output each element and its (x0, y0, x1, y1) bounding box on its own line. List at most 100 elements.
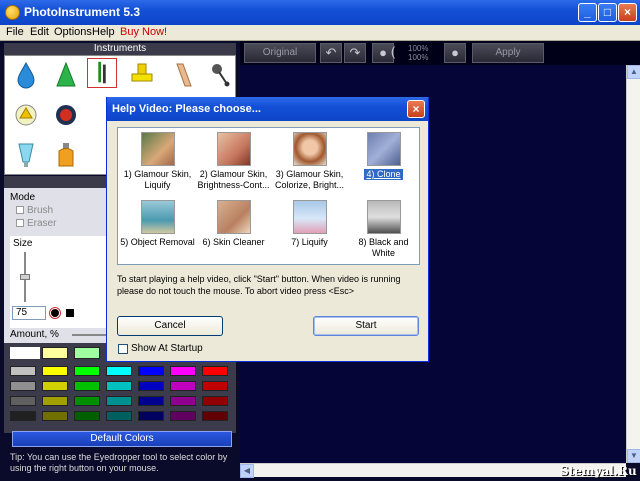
show-at-startup-checkbox[interactable] (118, 344, 128, 354)
undo-icon[interactable]: ↶ (320, 43, 342, 63)
menu-buy-now[interactable]: Buy Now! (120, 26, 167, 38)
video-thumbnail (366, 200, 401, 234)
size-label: Size (13, 238, 33, 249)
dialog-info-text: To start playing a help video, click "St… (117, 274, 401, 296)
menu-file[interactable]: File (6, 26, 24, 38)
zoom-in-icon[interactable]: ● (444, 43, 466, 63)
vertical-scrollbar[interactable]: ▲ ▼ (626, 65, 640, 463)
video-item-8[interactable]: 8) Black and White (346, 200, 421, 259)
video-thumbnail (292, 132, 327, 166)
color-swatch[interactable] (74, 396, 100, 406)
eraser-checkbox[interactable] (16, 219, 24, 227)
video-item-7[interactable]: 7) Liquify (272, 200, 347, 248)
color-swatch[interactable] (138, 381, 164, 391)
brush-label: Brush (27, 205, 54, 216)
color-swatch[interactable] (74, 411, 100, 421)
color-swatch[interactable] (42, 411, 68, 421)
video-item-3[interactable]: 3) Glamour Skin, Colorize, Bright... (272, 132, 347, 191)
zoom-level: 100% 100% (408, 44, 429, 62)
show-at-startup-label: Show At Startup (131, 343, 203, 354)
apply-button[interactable]: Apply (472, 43, 544, 63)
menu-help[interactable]: Help (92, 26, 115, 38)
color-swatch[interactable] (170, 381, 196, 391)
color-swatch[interactable] (10, 381, 36, 391)
start-button[interactable]: Start (313, 316, 419, 336)
color-swatch[interactable] (106, 381, 132, 391)
color-swatch[interactable] (106, 396, 132, 406)
color-swatch[interactable] (74, 347, 100, 359)
color-swatch[interactable] (42, 396, 68, 406)
video-item-2[interactable]: 2) Glamour Skin, Brightness-Cont... (196, 132, 271, 191)
default-colors-button[interactable]: Default Colors (12, 431, 232, 447)
close-button[interactable]: × (618, 3, 637, 22)
app-icon (5, 5, 20, 20)
color-swatch[interactable] (202, 366, 228, 376)
cone-tool-icon[interactable] (51, 60, 81, 90)
square-brush-icon[interactable] (66, 309, 74, 317)
color-swatch[interactable] (202, 411, 228, 421)
color-swatch[interactable] (202, 381, 228, 391)
smudge-tool-icon[interactable] (169, 60, 199, 90)
video-item-4[interactable]: 4) Clone (346, 132, 421, 180)
brush-tool-icon[interactable] (87, 58, 117, 88)
color-swatch[interactable] (10, 347, 40, 359)
color-swatch[interactable] (74, 381, 100, 391)
tube-tool-icon[interactable] (11, 140, 41, 170)
color-swatch[interactable] (74, 366, 100, 376)
color-swatch[interactable] (138, 366, 164, 376)
color-swatch[interactable] (106, 411, 132, 421)
color-swatch[interactable] (138, 396, 164, 406)
maximize-button[interactable]: □ (598, 3, 617, 22)
color-swatch[interactable] (10, 396, 36, 406)
video-thumbnail (366, 132, 401, 166)
video-thumbnail (292, 200, 327, 234)
video-thumbnail (140, 200, 175, 234)
color-swatch[interactable] (170, 411, 196, 421)
color-swatch[interactable] (202, 396, 228, 406)
round-brush-icon[interactable] (49, 307, 61, 319)
color-swatch[interactable] (10, 366, 36, 376)
clone-tool-icon[interactable] (11, 100, 41, 130)
color-swatch[interactable] (42, 381, 68, 391)
bottle-tool-icon[interactable] (51, 140, 81, 170)
help-video-dialog: Help Video: Please choose... × 1) Glamou… (106, 97, 429, 362)
dialog-close-button[interactable]: × (407, 100, 425, 118)
tip-text: Tip: You can use the Eyedropper tool to … (10, 452, 228, 473)
color-swatch[interactable] (170, 396, 196, 406)
minimize-button[interactable]: _ (578, 3, 597, 22)
eraser-label: Eraser (27, 218, 57, 229)
eye-tool-icon[interactable] (51, 100, 81, 130)
redo-icon[interactable]: ↷ (344, 43, 366, 63)
video-thumbnail (216, 200, 251, 234)
video-thumbnail (216, 132, 251, 166)
pin-tool-icon[interactable] (205, 60, 235, 90)
color-swatch[interactable] (10, 411, 36, 421)
drop-tool-icon[interactable] (11, 60, 41, 90)
window-title: PhotoInstrument 5.3 (24, 5, 141, 19)
video-thumbnail (140, 132, 175, 166)
video-item-1[interactable]: 1) Glamour Skin, Liquify (120, 132, 195, 191)
color-swatch[interactable] (138, 411, 164, 421)
cancel-button[interactable]: Cancel (117, 316, 223, 336)
stamp-tool-icon[interactable] (127, 60, 157, 90)
scroll-down-icon[interactable]: ▼ (627, 449, 640, 463)
menu-options[interactable]: Options (54, 26, 92, 38)
scroll-left-icon[interactable]: ◀ (240, 464, 254, 478)
color-swatch[interactable] (106, 366, 132, 376)
color-swatch[interactable] (42, 347, 68, 359)
amount-label: Amount, % (10, 329, 59, 340)
video-item-6[interactable]: 6) Skin Cleaner (196, 200, 271, 248)
instruments-header: Instruments (4, 43, 236, 55)
menu-bar: File Edit Options Help Buy Now! (0, 25, 640, 41)
brush-checkbox[interactable] (16, 206, 24, 214)
menu-edit[interactable]: Edit (30, 26, 49, 38)
title-bar: PhotoInstrument 5.3 _ □ × (0, 0, 640, 25)
color-swatch[interactable] (42, 366, 68, 376)
size-slider-thumb[interactable] (20, 274, 30, 280)
scroll-up-icon[interactable]: ▲ (627, 65, 640, 79)
original-button[interactable]: Original (244, 43, 316, 63)
amount-slider[interactable] (72, 334, 108, 336)
size-spinner[interactable]: 75 (12, 306, 46, 320)
video-item-5[interactable]: 5) Object Removal (120, 200, 195, 248)
color-swatch[interactable] (170, 366, 196, 376)
